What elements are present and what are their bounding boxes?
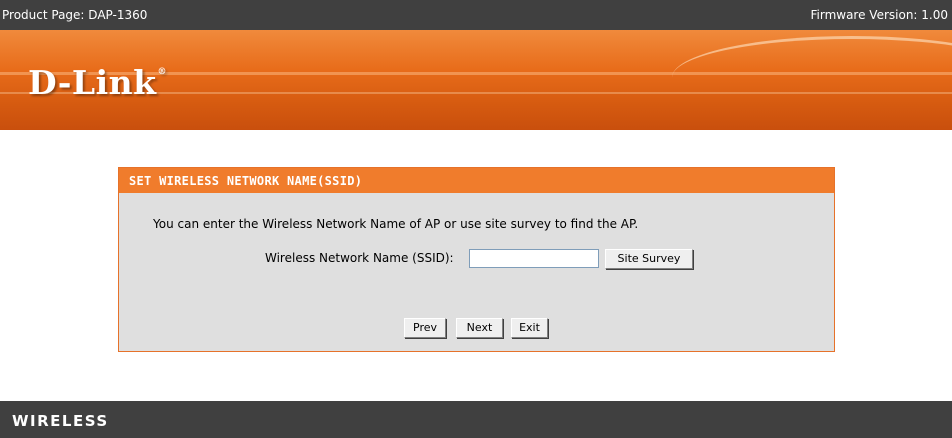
panel-title: SET WIRELESS NETWORK NAME(SSID) — [119, 168, 834, 193]
instruction-text: You can enter the Wireless Network Name … — [153, 217, 639, 231]
logo-text: D-Link — [28, 63, 157, 102]
ssid-label: Wireless Network Name (SSID): — [265, 251, 454, 265]
footer-bar: WIRELESS — [0, 401, 952, 438]
site-survey-button[interactable]: Site Survey — [605, 249, 693, 269]
footer-label: WIRELESS — [12, 412, 109, 430]
dlink-logo: D-Link® — [28, 63, 167, 102]
product-page-label: Product Page: DAP-1360 — [2, 8, 148, 22]
ssid-input[interactable] — [469, 249, 599, 268]
top-bar: Product Page: DAP-1360 Firmware Version:… — [0, 0, 952, 30]
exit-button[interactable]: Exit — [511, 318, 548, 338]
registered-mark: ® — [157, 67, 168, 77]
firmware-version-label: Firmware Version: 1.00 — [810, 8, 948, 22]
prev-button[interactable]: Prev — [404, 318, 446, 338]
banner-swoosh — [672, 36, 952, 119]
brand-banner: D-Link® — [0, 30, 952, 130]
next-button[interactable]: Next — [456, 318, 503, 338]
ssid-wizard-panel: SET WIRELESS NETWORK NAME(SSID) You can … — [118, 167, 835, 352]
